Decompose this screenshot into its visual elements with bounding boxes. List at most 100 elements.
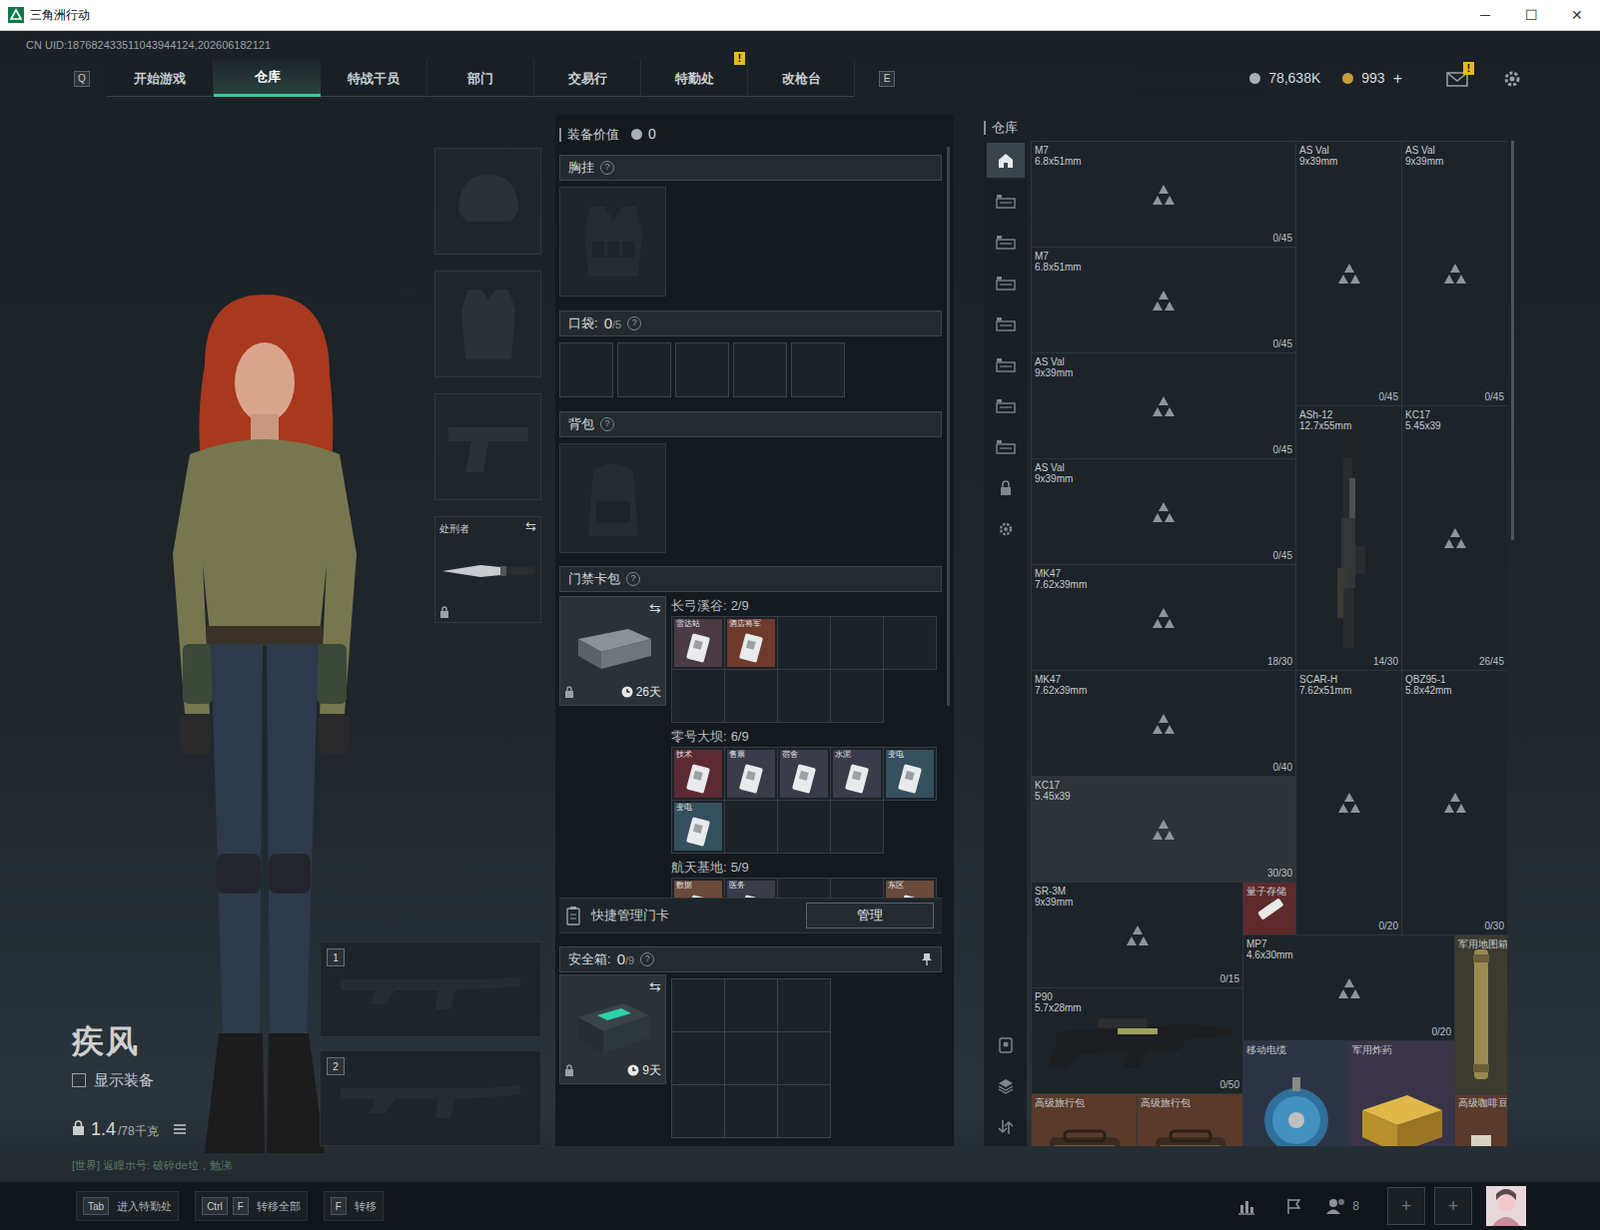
warehouse-item[interactable]: 军用炸药 bbox=[1349, 1041, 1456, 1147]
keycard-slot[interactable]: 东区 bbox=[883, 878, 937, 898]
warehouse-scrollbar[interactable] bbox=[1511, 140, 1515, 541]
warehouse-tab[interactable] bbox=[986, 142, 1025, 178]
warehouse-tab[interactable] bbox=[986, 265, 1025, 301]
keycard-slot[interactable] bbox=[830, 800, 884, 854]
pocket-slot[interactable] bbox=[733, 342, 788, 398]
help-button[interactable]: ? bbox=[640, 952, 655, 967]
keycard-slot[interactable]: 酒店将军 bbox=[725, 617, 779, 671]
warehouse-tab[interactable] bbox=[986, 1109, 1025, 1145]
help-button[interactable]: ? bbox=[627, 316, 642, 331]
safe-box-slot[interactable] bbox=[778, 1085, 831, 1139]
loadout-scrollbar[interactable] bbox=[946, 146, 950, 707]
warehouse-item[interactable]: MK477.62x39mm18/30 bbox=[1031, 565, 1297, 672]
keycard-slot[interactable]: 宿舍 bbox=[778, 748, 831, 801]
warehouse-item[interactable]: MP74.6x30mm0/20 bbox=[1243, 935, 1456, 1042]
help-button[interactable]: ? bbox=[626, 572, 641, 587]
maximize-button[interactable]: ☐ bbox=[1508, 0, 1555, 30]
keycard-slot[interactable] bbox=[725, 800, 779, 854]
mail-button[interactable]: ! bbox=[1446, 70, 1469, 87]
invite-slot-button[interactable]: + bbox=[1387, 1187, 1426, 1226]
pocket-slot[interactable] bbox=[791, 342, 845, 398]
warehouse-tab[interactable] bbox=[986, 470, 1025, 506]
safe-box-slot[interactable] bbox=[672, 979, 726, 1033]
warehouse-item[interactable]: KC175.45x3926/45 bbox=[1402, 406, 1508, 672]
warehouse-item[interactable]: SR-3M9x39mm0/15 bbox=[1031, 882, 1244, 989]
backpack-slot[interactable] bbox=[559, 443, 667, 554]
warehouse-tab[interactable] bbox=[986, 347, 1025, 383]
warehouse-tab[interactable] bbox=[986, 306, 1025, 342]
weapon-slot[interactable]: 2 bbox=[319, 1050, 542, 1147]
keycard-slot[interactable]: 变电 bbox=[883, 748, 937, 801]
warehouse-tab[interactable] bbox=[986, 429, 1025, 465]
keycard-slot[interactable] bbox=[778, 800, 831, 854]
equipment-slot[interactable] bbox=[434, 147, 542, 255]
help-button[interactable]: ? bbox=[600, 417, 615, 432]
keycard[interactable]: 变电 bbox=[885, 750, 934, 799]
equipment-slot[interactable] bbox=[434, 393, 542, 501]
warehouse-item[interactable]: KC175.45x3930/30 bbox=[1031, 777, 1297, 883]
pocket-slot[interactable] bbox=[559, 342, 614, 398]
keycard-slot[interactable] bbox=[830, 617, 884, 671]
safe-box-slot[interactable] bbox=[778, 1032, 831, 1086]
nav-tab[interactable]: 特战干员 bbox=[320, 59, 428, 97]
keycard[interactable]: 数据 bbox=[674, 880, 723, 898]
friends-button[interactable]: 8 bbox=[1325, 1197, 1360, 1216]
warehouse-item[interactable]: AS Val9x39mm0/45 bbox=[1031, 459, 1297, 566]
keycard[interactable]: 东区 bbox=[885, 880, 934, 898]
invite-slot-button[interactable]: + bbox=[1434, 1187, 1473, 1226]
warehouse-item[interactable]: 高级咖啡豆 bbox=[1455, 1094, 1508, 1147]
keycard[interactable]: 医务 bbox=[727, 880, 776, 898]
warehouse-item[interactable]: AS Val9x39mm0/45 bbox=[1296, 141, 1403, 407]
warehouse-item[interactable]: AS Val9x39mm0/45 bbox=[1031, 353, 1297, 460]
warehouse-item[interactable]: 高级旅行包 bbox=[1031, 1094, 1138, 1147]
warehouse-item[interactable]: M76.8x51mm0/45 bbox=[1031, 141, 1297, 248]
safe-box-slot[interactable] bbox=[672, 1085, 726, 1139]
keycard-slot[interactable] bbox=[883, 617, 937, 671]
show-equipment-toggle[interactable]: 显示装备 bbox=[71, 1069, 232, 1093]
warehouse-item[interactable]: 高级旅行包 bbox=[1137, 1094, 1244, 1147]
swap-button[interactable]: ⇆ bbox=[525, 521, 537, 534]
keycard-slot[interactable] bbox=[778, 617, 831, 671]
warehouse-item[interactable]: M76.8x51mm0/45 bbox=[1031, 247, 1297, 354]
hotkey-hint[interactable]: F转移 bbox=[323, 1191, 384, 1222]
warehouse-item[interactable]: ASh-1212.7x55mm14/30 bbox=[1296, 406, 1403, 672]
warehouse-item[interactable]: 量子存储 bbox=[1243, 882, 1297, 936]
safe-box-slot[interactable] bbox=[725, 979, 779, 1033]
keycard[interactable]: 售票 bbox=[727, 750, 776, 799]
warehouse-item[interactable]: P905.7x28mm0/50 bbox=[1031, 988, 1244, 1095]
pocket-slot[interactable] bbox=[675, 342, 730, 398]
weapon-slot[interactable]: 1 bbox=[319, 941, 542, 1038]
keycard-slot[interactable] bbox=[725, 670, 779, 724]
close-button[interactable]: ✕ bbox=[1554, 0, 1600, 30]
nav-tab[interactable]: 部门 bbox=[427, 59, 535, 97]
keycard-slot[interactable]: 雷达站 bbox=[672, 617, 726, 671]
safe-box-slot[interactable] bbox=[672, 1032, 726, 1086]
keycard-slot[interactable]: 变电 bbox=[672, 800, 726, 854]
warehouse-item[interactable]: SCAR-H7.62x51mm0/20 bbox=[1296, 671, 1403, 936]
safe-box-case[interactable]: ⇆9天 bbox=[559, 974, 667, 1085]
keycard-case[interactable]: ⇆26天 bbox=[559, 596, 667, 707]
keycard-slot[interactable] bbox=[830, 670, 884, 724]
keycard[interactable]: 酒店将军 bbox=[727, 619, 776, 668]
warehouse-tab[interactable] bbox=[986, 183, 1025, 219]
hotkey-hint[interactable]: Tab进入特勤处 bbox=[75, 1191, 179, 1222]
hotkey-hint[interactable]: CtrlF转移全部 bbox=[194, 1191, 308, 1222]
keycard-slot[interactable] bbox=[672, 670, 726, 724]
warehouse-tab[interactable] bbox=[986, 1027, 1025, 1063]
safe-box-slot[interactable] bbox=[725, 1085, 779, 1139]
show-equipment-checkbox[interactable] bbox=[71, 1073, 86, 1088]
safe-box-slot[interactable] bbox=[778, 979, 831, 1033]
warehouse-tab[interactable] bbox=[986, 1068, 1025, 1104]
warehouse-tab[interactable] bbox=[986, 388, 1025, 424]
keycard[interactable]: 雷达站 bbox=[674, 619, 723, 668]
nav-tab[interactable]: 开始游戏 bbox=[106, 59, 214, 97]
keycard-slot[interactable]: 医务 bbox=[725, 878, 779, 898]
keycard[interactable]: 水泥 bbox=[832, 750, 881, 799]
keycard[interactable]: 变电 bbox=[674, 802, 723, 851]
warehouse-item[interactable]: QBZ95-15.8x42mm0/30 bbox=[1402, 671, 1508, 936]
help-button[interactable]: ? bbox=[600, 160, 615, 175]
keycard[interactable]: 技术 bbox=[674, 750, 723, 799]
nav-tab[interactable]: 特勤处! bbox=[641, 59, 749, 97]
manage-button[interactable]: 管理 bbox=[805, 902, 934, 929]
swap-button[interactable]: ⇆ bbox=[649, 601, 662, 616]
